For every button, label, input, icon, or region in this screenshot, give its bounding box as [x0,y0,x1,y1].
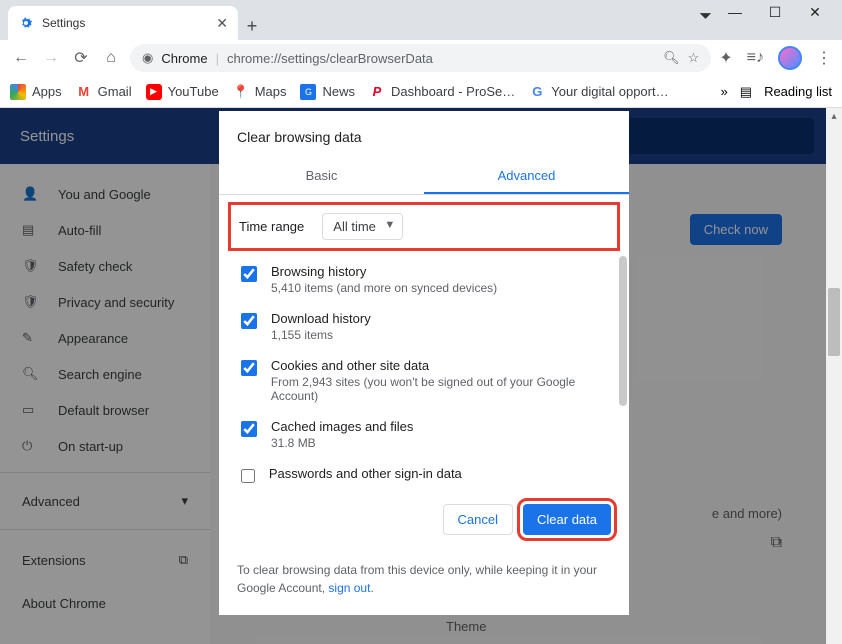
apps-icon [10,84,26,100]
scrollbar-thumb[interactable] [619,256,627,406]
forward-button: → [40,47,62,69]
modal-overlay: Clear browsing data Basic Advanced Time … [0,108,826,644]
dialog-scrollbar[interactable] [617,256,629,484]
site-label: Chrome [161,51,207,66]
tab-advanced[interactable]: Advanced [424,159,629,194]
maps-bookmark[interactable]: 📍Maps [233,84,287,100]
digital-bookmark[interactable]: GYour digital opport… [529,84,668,100]
tab-title: Settings [42,16,85,30]
clear-data-button[interactable]: Clear data [523,504,611,535]
url-text: chrome://settings/clearBrowserData [227,51,433,66]
dashboard-bookmark[interactable]: PDashboard - ProSe… [369,84,515,100]
cancel-button[interactable]: Cancel [443,504,513,535]
reading-list-icon: ▤ [740,84,752,100]
option-cookies[interactable]: Cookies and other site dataFrom 2,943 si… [237,350,625,411]
guest-icon[interactable]: ⏷ [699,8,712,26]
search-in-page-icon[interactable]: 🔍︎ [663,50,680,66]
clear-browsing-data-dialog: Clear browsing data Basic Advanced Time … [219,111,629,615]
media-control-icon[interactable]: ≡♪ [747,49,764,67]
reading-list-button[interactable]: Reading list [764,84,832,99]
extensions-icon[interactable]: ✦ [719,48,732,68]
scrollbar-thumb[interactable] [828,288,840,356]
back-button[interactable]: ← [10,47,32,69]
home-button[interactable]: ⌂ [100,47,122,69]
checkbox-browsing-history[interactable] [241,266,257,282]
new-tab-button[interactable]: + [238,12,266,40]
time-range-select[interactable]: All time [322,213,403,240]
dialog-title: Clear browsing data [219,111,629,159]
options-list: Browsing history5,410 items (and more on… [219,256,629,484]
option-download-history[interactable]: Download history1,155 items [237,303,625,350]
dialog-footer-note: To clear browsing data from this device … [219,539,629,601]
checkbox-cached[interactable] [241,421,257,437]
youtube-icon: ▶ [146,84,162,100]
browser-tab[interactable]: Settings ✕ [8,6,238,40]
option-cached[interactable]: Cached images and files31.8 MB [237,411,625,458]
bookmarks-overflow-icon[interactable]: » [721,84,728,99]
checkbox-passwords[interactable] [241,468,255,484]
pinterest-icon: P [369,84,385,100]
time-range-row: Time range All time ▼ [231,205,617,248]
gear-icon [18,15,34,31]
time-range-label: Time range [239,219,304,234]
youtube-bookmark[interactable]: ▶YouTube [146,84,219,100]
gmail-bookmark[interactable]: MGmail [76,84,132,100]
menu-dots-icon[interactable]: ⋮ [816,48,832,68]
scroll-up-icon[interactable]: ▴ [826,108,842,124]
checkbox-download-history[interactable] [241,313,257,329]
gmail-icon: M [76,84,92,100]
profile-avatar[interactable] [778,46,802,70]
news-bookmark[interactable]: GNews [300,84,355,100]
maximize-button[interactable]: ☐ [766,4,784,21]
reload-button[interactable]: ⟳ [70,47,92,69]
tab-basic[interactable]: Basic [219,159,424,194]
address-bar[interactable]: ◉ Chrome | chrome://settings/clearBrowse… [130,44,711,72]
sign-out-link[interactable]: sign out [328,581,370,595]
checkbox-cookies[interactable] [241,360,257,376]
chrome-icon: ◉ [142,50,153,66]
bookmark-star-icon[interactable]: ☆ [688,50,700,66]
option-passwords[interactable]: Passwords and other sign-in data157 pass… [237,458,625,484]
close-tab-icon[interactable]: ✕ [216,15,228,32]
news-icon: G [300,84,316,100]
option-browsing-history[interactable]: Browsing history5,410 items (and more on… [237,256,625,303]
maps-icon: 📍 [233,84,249,100]
minimize-button[interactable]: — [726,4,744,21]
apps-bookmark[interactable]: Apps [10,84,62,100]
page-scrollbar[interactable]: ▴ [826,108,842,644]
google-icon: G [529,84,545,100]
close-window-button[interactable]: ✕ [806,4,824,21]
